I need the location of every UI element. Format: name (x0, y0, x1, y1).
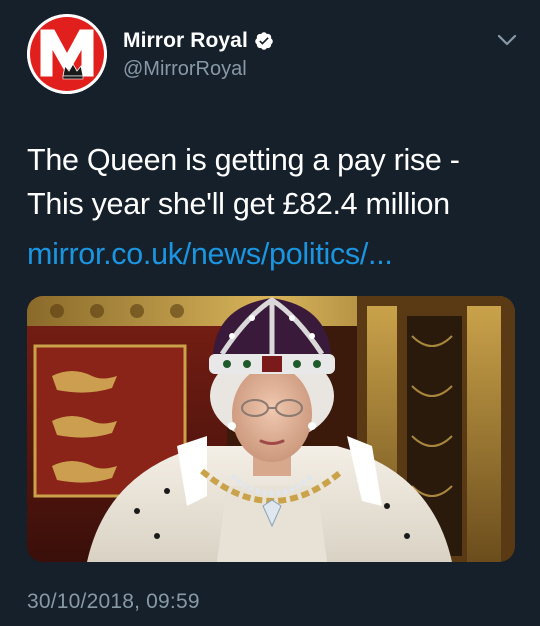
account-name-row[interactable]: Mirror Royal (123, 28, 274, 54)
chevron-down-icon[interactable] (494, 30, 520, 50)
account-handle[interactable]: @MirrorRoyal (123, 58, 247, 81)
article-link[interactable]: mirror.co.uk/news/politics/... (27, 232, 393, 276)
queen-in-crown-photo[interactable] (27, 296, 515, 562)
tweet-text-line: This year she'll get £82.4 million (27, 187, 450, 221)
tweet-card[interactable]: Mirror Royal @MirrorRoyal The Queen is g… (0, 0, 540, 626)
tweet-text: The Queen is getting a pay rise - This y… (27, 138, 517, 226)
mirror-m-logo-icon (27, 14, 107, 94)
tweet-text-line: The Queen is getting a pay rise - (27, 143, 460, 177)
display-name[interactable]: Mirror Royal (123, 29, 248, 53)
avatar[interactable] (27, 14, 107, 94)
verified-badge-icon (254, 31, 274, 51)
tweet-timestamp[interactable]: 30/10/2018, 09:59 (27, 590, 200, 614)
